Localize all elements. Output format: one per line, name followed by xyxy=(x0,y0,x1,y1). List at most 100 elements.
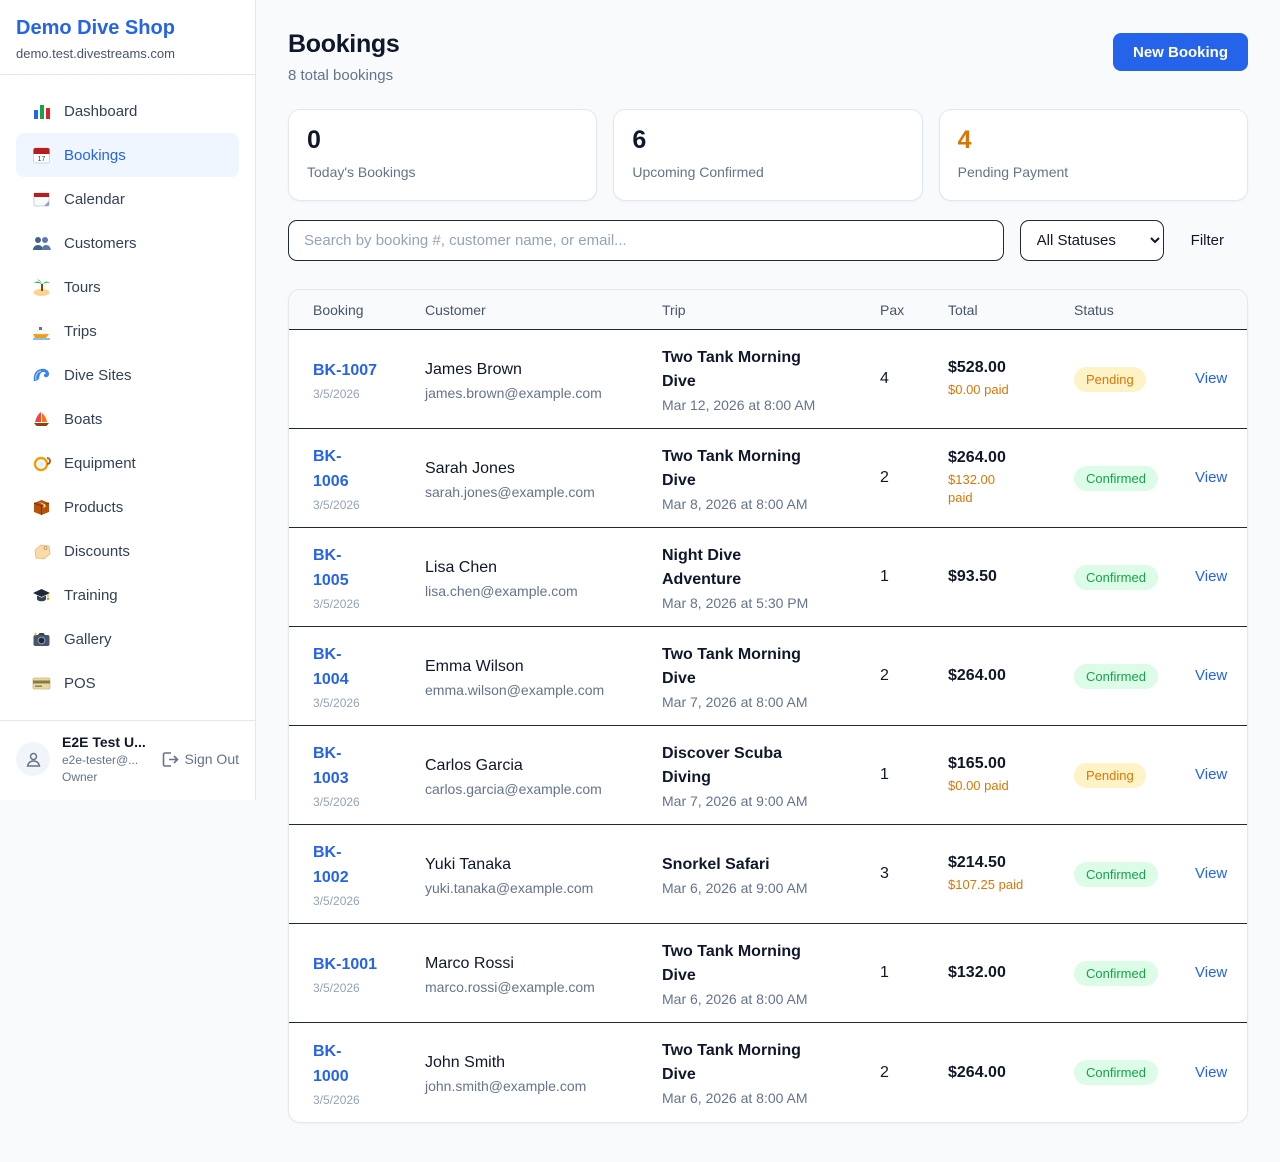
booking-cell: BK-1002 3/5/2026 xyxy=(313,840,425,908)
total-amount: $132.00 xyxy=(948,964,1074,982)
sidebar-item-boats[interactable]: Boats xyxy=(16,397,239,441)
sidebar-item-label: Calendar xyxy=(64,191,125,208)
customer-email: john.smith@example.com xyxy=(425,1078,662,1094)
booking-id-link[interactable]: BK-1006 xyxy=(313,444,361,494)
sidebar-item-training[interactable]: Training xyxy=(16,573,239,617)
view-link[interactable]: View xyxy=(1195,568,1227,585)
sidebar-item-discounts[interactable]: Discounts xyxy=(16,529,239,573)
booking-id-link[interactable]: BK-1001 xyxy=(313,952,377,977)
view-cell: View xyxy=(1195,370,1227,388)
sidebar-item-label: Customers xyxy=(64,235,137,252)
credit-card-icon xyxy=(32,674,51,693)
sidebar-item-label: POS xyxy=(64,675,96,692)
booking-id-link[interactable]: BK-1003 xyxy=(313,741,361,791)
customer-name: Carlos Garcia xyxy=(425,754,662,778)
sidebar-item-label: Boats xyxy=(64,411,102,428)
speedboat-icon xyxy=(32,322,51,341)
sidebar-item-calendar[interactable]: Calendar xyxy=(16,177,239,221)
view-cell: View xyxy=(1195,1064,1227,1082)
sign-out-button[interactable]: Sign Out xyxy=(160,750,239,769)
sidebar-item-trips[interactable]: Trips xyxy=(16,309,239,353)
trip-time: Mar 12, 2026 at 8:00 AM xyxy=(662,397,880,413)
booking-date: 3/5/2026 xyxy=(313,387,425,401)
status-cell: Confirmed xyxy=(1074,1060,1195,1085)
status-cell: Confirmed xyxy=(1074,862,1195,887)
trip-time: Mar 8, 2026 at 8:00 AM xyxy=(662,496,880,512)
new-booking-button[interactable]: New Booking xyxy=(1113,33,1248,71)
sidebar-item-label: Discounts xyxy=(64,543,130,560)
column-header-customer: Customer xyxy=(425,302,662,318)
stat-card: 6 Upcoming Confirmed xyxy=(613,109,922,201)
total-cell: $214.50 $107.25 paid xyxy=(948,854,1074,894)
trip-name: Night Dive Adventure xyxy=(662,544,812,592)
bar-chart-icon xyxy=(32,102,51,121)
view-link[interactable]: View xyxy=(1195,766,1227,783)
trip-cell: Two Tank Morning Dive Mar 6, 2026 at 8:0… xyxy=(662,1039,880,1106)
search-input[interactable] xyxy=(288,220,1004,261)
view-link[interactable]: View xyxy=(1195,1064,1227,1081)
booking-id-link[interactable]: BK-1005 xyxy=(313,543,361,593)
booking-id-link[interactable]: BK-1004 xyxy=(313,642,361,692)
sidebar-item-customers[interactable]: Customers xyxy=(16,221,239,265)
customer-email: marco.rossi@example.com xyxy=(425,979,662,995)
view-link[interactable]: View xyxy=(1195,865,1227,882)
dive-mask-icon xyxy=(32,454,51,473)
trip-cell: Two Tank Morning Dive Mar 6, 2026 at 8:0… xyxy=(662,940,880,1007)
filter-button[interactable]: Filter xyxy=(1164,232,1248,249)
filter-row: All Statuses Filter xyxy=(288,220,1248,261)
pax-count: 1 xyxy=(880,964,948,982)
user-email: e2e-tester@... xyxy=(62,753,146,769)
sidebar-item-bookings[interactable]: 17 Bookings xyxy=(16,133,239,177)
stat-value: 4 xyxy=(958,127,1229,155)
status-filter-select[interactable]: All Statuses xyxy=(1020,220,1164,261)
total-amount: $264.00 xyxy=(948,1064,1074,1082)
sidebar-item-pos[interactable]: POS xyxy=(16,661,239,705)
main-content: Bookings 8 total bookings New Booking 0 … xyxy=(256,0,1280,1123)
package-icon xyxy=(32,498,51,517)
sidebar-item-dive-sites[interactable]: Dive Sites xyxy=(16,353,239,397)
customer-name: Yuki Tanaka xyxy=(425,853,662,877)
status-badge: Confirmed xyxy=(1074,466,1158,491)
view-cell: View xyxy=(1195,865,1227,883)
table-header-row: BookingCustomerTripPaxTotalStatus xyxy=(289,290,1247,330)
column-header-status: Status xyxy=(1074,302,1195,318)
trip-name: Two Tank Morning Dive xyxy=(662,940,812,988)
sidebar-nav: Dashboard 17 Bookings Calendar Customers… xyxy=(0,75,255,720)
booking-id-link[interactable]: BK-1007 xyxy=(313,358,377,383)
trip-name: Discover Scuba Diving xyxy=(662,742,812,790)
customer-cell: Sarah Jones sarah.jones@example.com xyxy=(425,457,662,500)
customer-cell: Carlos Garcia carlos.garcia@example.com xyxy=(425,754,662,797)
status-badge: Confirmed xyxy=(1074,1060,1158,1085)
stat-card: 4 Pending Payment xyxy=(939,109,1248,201)
booking-id-link[interactable]: BK-1002 xyxy=(313,840,361,890)
sidebar-item-products[interactable]: Products xyxy=(16,485,239,529)
booking-cell: BK-1007 3/5/2026 xyxy=(313,358,425,401)
sidebar-item-gallery[interactable]: Gallery xyxy=(16,617,239,661)
total-cell: $264.00 xyxy=(948,1064,1074,1082)
trip-name: Two Tank Morning Dive xyxy=(662,1039,812,1087)
sidebar-item-dashboard[interactable]: Dashboard xyxy=(16,89,239,133)
sidebar-item-equipment[interactable]: Equipment xyxy=(16,441,239,485)
sidebar-item-tours[interactable]: Tours xyxy=(16,265,239,309)
booking-cell: BK-1004 3/5/2026 xyxy=(313,642,425,710)
paid-amount: $0.00 paid xyxy=(948,777,1074,795)
booking-date: 3/5/2026 xyxy=(313,498,425,512)
customer-cell: Lisa Chen lisa.chen@example.com xyxy=(425,556,662,599)
view-link[interactable]: View xyxy=(1195,667,1227,684)
column-header-total: Total xyxy=(948,302,1074,318)
customer-name: Marco Rossi xyxy=(425,952,662,976)
customer-email: sarah.jones@example.com xyxy=(425,484,662,500)
booking-date: 3/5/2026 xyxy=(313,696,425,710)
user-info: E2E Test U... e2e-tester@... Owner xyxy=(62,733,146,786)
view-link[interactable]: View xyxy=(1195,964,1227,981)
view-cell: View xyxy=(1195,568,1227,586)
pax-count: 2 xyxy=(880,1064,948,1082)
customer-cell: John Smith john.smith@example.com xyxy=(425,1051,662,1094)
trip-cell: Two Tank Morning Dive Mar 8, 2026 at 8:0… xyxy=(662,445,880,512)
customer-name: Sarah Jones xyxy=(425,457,662,481)
view-link[interactable]: View xyxy=(1195,370,1227,387)
camera-icon xyxy=(32,630,51,649)
booking-id-link[interactable]: BK-1000 xyxy=(313,1039,361,1089)
booking-cell: BK-1001 3/5/2026 xyxy=(313,952,425,995)
view-link[interactable]: View xyxy=(1195,469,1227,486)
